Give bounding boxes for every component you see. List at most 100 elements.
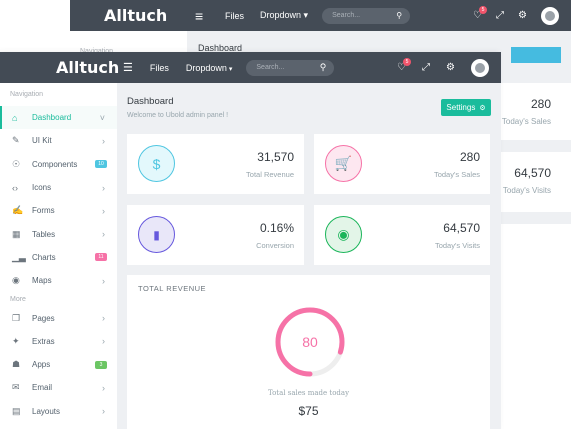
revenue-amount: $75 <box>298 404 319 418</box>
sidebar-item-badge: 11 <box>95 253 107 262</box>
sidebar-item-forms[interactable]: ✍ Forms › <box>0 199 117 222</box>
settings-button-label: Settings <box>446 103 476 112</box>
stat-card-revenue: $ 31,570 Total Revenue <box>127 134 304 194</box>
sidebar-item-pages[interactable]: ❐ Pages › <box>0 306 117 329</box>
code-icon: ‹› <box>12 182 18 193</box>
chevron-right-icon: › <box>102 382 105 393</box>
sidebar-item-layouts[interactable]: ▤ Layouts › <box>0 400 117 423</box>
stat-label: Conversion <box>256 241 294 250</box>
mail-icon: ✉ <box>12 382 20 393</box>
sidebar-section-more: More <box>10 295 26 303</box>
back-stat-label: Today's Visits <box>502 186 551 195</box>
back-settings-button[interactable] <box>511 47 561 63</box>
search-input[interactable]: Search... ⚲ <box>246 59 335 76</box>
back-stat-card-visits: 64,570 Today's Visits <box>500 152 571 212</box>
brand-logo[interactable]: Alltuch <box>0 58 120 77</box>
stat-value: 0.16% <box>259 221 294 235</box>
back-avatar[interactable] <box>541 6 559 25</box>
back-hamburger-icon[interactable]: ≡ <box>185 8 209 24</box>
chevron-right-icon: › <box>102 336 105 347</box>
sidebar-item-extras[interactable]: ✦ Extras › <box>0 330 117 353</box>
bell-icon[interactable]: ♡ 5 <box>397 58 412 73</box>
sidebar-item-components[interactable]: ☉ Components 10 <box>0 153 117 176</box>
donut-value: 80 <box>302 334 318 350</box>
sidebar-item-icons[interactable]: ‹› Icons › <box>0 176 117 199</box>
sidebar-item-badge: 3 <box>95 360 107 369</box>
back-search-icon[interactable]: ⚲ <box>396 11 402 20</box>
sidebar-item-badge: 10 <box>95 160 107 169</box>
edit-icon: ✍ <box>12 205 24 216</box>
back-dropdown-label: Dropdown <box>260 10 302 20</box>
sidebar: Navigation ⌂ Dashboard ˅ ✎ UI Kit › ☉ Component… <box>0 83 117 429</box>
fullscreen-icon[interactable]: ⤢ <box>422 62 430 73</box>
page-title: Dashboard <box>127 96 174 107</box>
chevron-right-icon: › <box>102 182 105 193</box>
settings-button[interactable]: Settings ⚙ <box>441 99 491 116</box>
topbar-icons: ♡ 5 ⤢ ⚙ <box>397 58 501 77</box>
stat-label: Today's Sales <box>433 170 480 179</box>
bar-chart-icon: ▮ <box>138 216 175 253</box>
sidebar-item-dashboard[interactable]: ⌂ Dashboard ˅ <box>0 106 117 130</box>
back-stat-value: 280 <box>530 97 551 111</box>
stat-label: Total Revenue <box>246 170 294 179</box>
chevron-right-icon: › <box>102 229 105 240</box>
files-link[interactable]: Files <box>150 63 169 73</box>
sidebar-section-navigation: Navigation <box>10 91 44 98</box>
back-notification-badge: 5 <box>479 6 488 14</box>
topbar: Alltuch ☰ Files Dropdown Search... ⚲ ♡5 … <box>0 52 501 83</box>
sidebar-item-maps[interactable]: ◉ Maps › <box>0 269 117 292</box>
paint-icon: ✎ <box>12 135 20 146</box>
search-icon[interactable]: ⚲ <box>320 62 327 73</box>
apps-icon: ☗ <box>12 359 21 370</box>
sidebar-item-tables[interactable]: ▦ Tables › <box>0 222 117 245</box>
cart-icon: 🛒 <box>325 145 362 182</box>
back-topbar: Alltuch ≡ Files Dropdown ▾ Search... ⚲ ♡… <box>70 0 571 31</box>
stat-value: 280 <box>459 150 480 164</box>
chevron-right-icon: › <box>102 275 105 286</box>
sidebar-item-ui-kit[interactable]: ✎ UI Kit › <box>0 129 117 152</box>
back-dropdown-link[interactable]: Dropdown ▾ <box>260 10 308 21</box>
dollar-icon: $ <box>138 145 175 182</box>
hamburger-icon[interactable]: ☰ <box>123 61 133 74</box>
lightbulb-icon: ☉ <box>12 158 21 169</box>
main-content: Dashboard Welcome to Ubold admin panel !… <box>117 83 501 429</box>
back-fullscreen-icon[interactable]: ⤢ <box>496 10 504 21</box>
revenue-card-title: TOTAL REVENUE <box>138 284 207 293</box>
gear-icon[interactable]: ⚙ <box>446 62 455 73</box>
back-gear-icon[interactable]: ⚙ <box>518 10 527 21</box>
back-files-link[interactable]: Files <box>225 11 244 21</box>
layout-icon: ▤ <box>12 405 21 416</box>
back-brand-logo: Alltuch <box>104 6 168 25</box>
total-revenue-card: TOTAL REVENUE 80 Total sales made today … <box>127 275 490 429</box>
home-icon: ⌂ <box>12 112 18 123</box>
stat-label: Today's Visits <box>434 241 480 250</box>
stat-value: 31,570 <box>257 150 294 164</box>
back-bell-icon[interactable]: ♡ 5 <box>473 6 488 21</box>
user-avatar[interactable] <box>471 58 489 77</box>
screenshot-stage: Alltuch ≡ Files Dropdown ▾ Search... ⚲ ♡… <box>0 0 571 429</box>
chevron-right-icon: › <box>102 205 105 216</box>
chevron-right-icon: › <box>102 135 105 146</box>
table-icon: ▦ <box>12 228 21 239</box>
chevron-right-icon: › <box>102 313 105 324</box>
page-subtitle: Welcome to Ubold admin panel ! <box>127 112 229 119</box>
back-stat-card-sales: 280 Today's Sales <box>500 83 571 140</box>
sidebar-item-charts[interactable]: ▁▃ Charts 11 <box>0 246 117 269</box>
back-stat-label: Today's Sales <box>501 117 551 126</box>
revenue-caption: Total sales made today <box>267 389 350 397</box>
notification-badge: 5 <box>403 58 412 66</box>
eye-icon: ◉ <box>325 216 362 253</box>
sidebar-item-apps[interactable]: ☗ Apps 3 <box>0 353 117 376</box>
chart-icon: ▁▃ <box>12 251 26 262</box>
foreground-window: Alltuch ☰ Files Dropdown Search... ⚲ ♡5 … <box>0 52 501 429</box>
extras-icon: ✦ <box>12 335 20 346</box>
back-search-input[interactable]: Search... ⚲ <box>322 7 411 24</box>
sidebar-more-list: ❐ Pages › ✦ Extras › ☗ Apps 3 ✉ Email › ▤ Layouts › <box>0 306 117 422</box>
stat-card-sales: 🛒 280 Today's Sales <box>314 134 490 194</box>
sidebar-nav-list: ⌂ Dashboard ˅ ✎ UI Kit › ☉ Components 10 ‹› Icons ›… <box>0 106 117 292</box>
sidebar-item-email[interactable]: ✉ Email › <box>0 376 117 399</box>
search-placeholder: Search... <box>256 64 285 71</box>
stat-value: 64,570 <box>443 221 480 235</box>
dropdown-menu[interactable]: Dropdown <box>186 63 233 73</box>
chevron-down-icon: ˅ <box>99 112 105 123</box>
